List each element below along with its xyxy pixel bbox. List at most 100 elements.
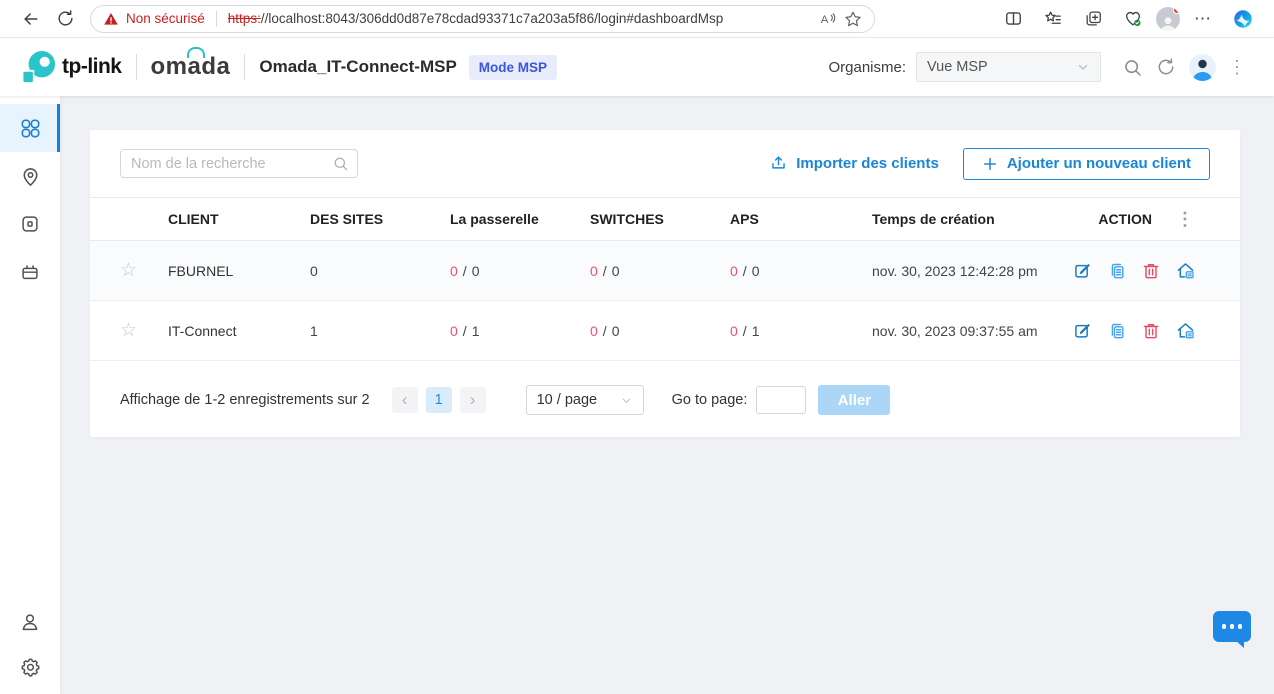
reload-data-button[interactable]	[1149, 52, 1183, 82]
chevron-down-icon	[1078, 64, 1088, 70]
read-aloud-icon: A	[821, 12, 836, 25]
ellipsis-icon: ⋯	[1194, 8, 1212, 28]
goto-page-input[interactable]	[756, 386, 807, 414]
favorite-star-button[interactable]	[844, 10, 862, 28]
sidebar-item-settings[interactable]	[0, 646, 60, 694]
header-client: CLIENT	[168, 211, 219, 227]
cell-actions	[1057, 261, 1210, 281]
chat-dot-icon	[1221, 624, 1227, 629]
map-pin-icon	[23, 167, 37, 186]
organisme-select[interactable]: Vue MSP	[916, 52, 1101, 82]
favorite-star-icon[interactable]: ☆	[120, 261, 168, 280]
favorites-button[interactable]	[1036, 2, 1070, 36]
copilot-button[interactable]	[1226, 2, 1260, 36]
omada-arc: a	[187, 53, 202, 80]
dashboard-icon	[21, 119, 39, 137]
cell-sites: 1	[310, 322, 318, 339]
delete-icon[interactable]	[1141, 321, 1161, 341]
cell-client: FBURNEL	[168, 262, 234, 279]
url-path: //localhost:8043/306dd0d87e78cdad93371c7…	[260, 11, 724, 26]
collections-button[interactable]	[1076, 2, 1110, 36]
chevron-down-icon	[622, 398, 630, 403]
account-avatar[interactable]	[1189, 53, 1216, 81]
browser-toolbar: Non sécurisé https://localhost:8043/306d…	[0, 0, 1274, 38]
cell-switches: 0/0	[590, 322, 620, 339]
browser-refresh-button[interactable]	[48, 2, 82, 36]
chat-support-button[interactable]	[1213, 611, 1251, 648]
toolbar-actions: Importer des clients Ajouter un nouveau …	[769, 147, 1210, 180]
prev-page-button[interactable]: ‹	[391, 387, 418, 413]
go-button[interactable]: Aller	[818, 385, 891, 415]
page-size-value: 10 / page	[536, 392, 598, 408]
divider	[244, 54, 246, 80]
collections-icon	[1086, 11, 1101, 26]
current-page-button[interactable]: 1	[425, 387, 452, 413]
browser-back-button[interactable]	[14, 2, 48, 36]
header-created: Temps de création	[872, 211, 995, 227]
client-search	[120, 149, 358, 178]
divider	[135, 54, 137, 80]
header-aps: APS	[730, 211, 759, 227]
back-arrow-icon	[24, 12, 38, 25]
browser-essentials-icon	[1126, 11, 1141, 27]
rack-device-icon	[22, 265, 38, 280]
screen: Non sécurisé https://localhost:8043/306d…	[0, 0, 1274, 694]
cell-created: nov. 30, 2023 09:37:55 am	[872, 322, 1038, 339]
cell-sites: 0	[310, 262, 318, 279]
cell-created: nov. 30, 2023 12:42:28 pm	[872, 262, 1038, 279]
cell-client: IT-Connect	[168, 322, 237, 339]
refresh-icon	[1158, 58, 1174, 75]
launch-site-icon[interactable]	[1175, 321, 1196, 341]
account-icon	[22, 614, 38, 631]
favorite-star-icon[interactable]: ☆	[120, 321, 168, 340]
clients-toolbar: Importer des clients Ajouter un nouveau …	[90, 130, 1240, 197]
edit-icon[interactable]	[1073, 321, 1093, 341]
sidebar-item-dashboard[interactable]	[0, 104, 60, 152]
profile-avatar-icon	[1160, 16, 1176, 31]
edit-icon[interactable]	[1073, 261, 1093, 281]
table-row: ☆ IT-Connect 1 0/1 0/0 0/1 nov. 30, 2023…	[90, 301, 1240, 361]
page-size-select[interactable]: 10 / page	[525, 385, 644, 415]
launch-site-icon[interactable]	[1175, 261, 1196, 281]
sidebar	[0, 96, 60, 694]
browser-profile-button[interactable]	[1156, 6, 1180, 31]
security-status-label[interactable]: Non sécurisé	[126, 11, 205, 26]
global-search-button[interactable]	[1115, 52, 1149, 82]
copy-icon[interactable]	[1107, 321, 1127, 341]
address-bar[interactable]: Non sécurisé https://localhost:8043/306d…	[90, 4, 875, 33]
header-gateway: La passerelle	[450, 211, 539, 227]
browser-settings-button[interactable]: ⋯	[1186, 2, 1220, 36]
split-screen-button[interactable]	[996, 2, 1030, 36]
column-settings-button[interactable]: ⋮	[1170, 209, 1200, 230]
search-icon	[332, 155, 349, 172]
main-content: Importer des clients Ajouter un nouveau …	[60, 96, 1274, 694]
page-buttons: ‹ 1 ›	[391, 387, 486, 413]
cell-actions	[1057, 321, 1210, 341]
star-icon	[845, 11, 861, 26]
sidebar-item-devices[interactable]	[0, 200, 60, 248]
clients-card: Importer des clients Ajouter un nouveau …	[90, 130, 1240, 437]
sidebar-item-gateway[interactable]	[0, 248, 60, 296]
client-search-input[interactable]	[120, 149, 358, 178]
upload-icon	[772, 156, 786, 169]
browser-essentials-button[interactable]	[1116, 2, 1150, 36]
copy-icon[interactable]	[1107, 261, 1127, 281]
sidebar-item-sites[interactable]	[0, 152, 60, 200]
split-screen-icon	[1005, 12, 1021, 25]
add-client-button[interactable]: Ajouter un nouveau client	[962, 147, 1210, 180]
msp-mode-badge: Mode MSP	[468, 54, 558, 80]
delete-icon[interactable]	[1141, 261, 1161, 281]
app-body: Importer des clients Ajouter un nouveau …	[0, 96, 1274, 694]
url-scheme: https:	[227, 11, 261, 26]
header-action: ACTION	[1098, 211, 1152, 227]
next-page-button[interactable]: ›	[459, 387, 486, 413]
copilot-icon	[1234, 9, 1252, 28]
header-menu-button[interactable]: ⋮	[1222, 57, 1252, 78]
browser-right-icons: ⋯	[996, 2, 1260, 36]
import-clients-button[interactable]: Importer des clients	[769, 154, 939, 173]
goto-page-label: Go to page:	[671, 392, 748, 408]
chat-dot-icon	[1229, 624, 1235, 629]
read-aloud-button[interactable]: A	[818, 10, 837, 28]
header-right: Organisme: Vue MSP ⋮	[828, 52, 1252, 82]
sidebar-item-account[interactable]	[0, 598, 60, 646]
